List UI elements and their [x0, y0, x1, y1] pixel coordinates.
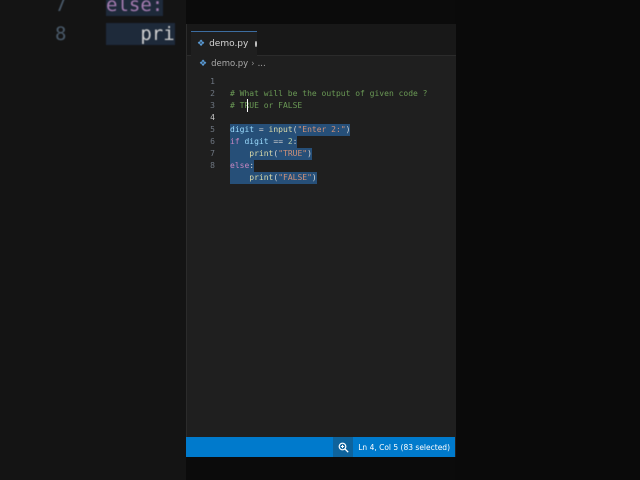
code-line[interactable]: 8 print("FALSE")	[187, 148, 456, 184]
background-right	[455, 0, 640, 480]
code-text: else:	[230, 160, 255, 172]
background-line-7: 7	[55, 0, 67, 16]
background-line-8: 8	[55, 23, 67, 45]
cursor-position-status[interactable]: Ln 4, Col 5 (83 selected)	[358, 443, 450, 452]
code-line[interactable]: 7 else:	[187, 136, 456, 172]
background-zoomed-code: 7 else: 8 pri	[0, 0, 186, 480]
code-editor: ❖ demo.py ❖ demo.py › ... 1 # What will …	[186, 24, 456, 457]
code-line[interactable]: 4 digit = input("Enter 2:")	[187, 99, 456, 136]
background-code-7: else:	[106, 0, 164, 16]
code-line[interactable]: 2 # TRUE or FALSE	[187, 76, 456, 110]
status-bar: Ln 4, Col 5 (83 selected)	[186, 437, 455, 457]
code-line[interactable]: 5 if digit == 2:	[187, 112, 456, 148]
text-cursor	[247, 99, 248, 112]
tab-filename: demo.py	[209, 39, 249, 49]
code-text: print("FALSE")	[230, 172, 317, 184]
tab-demo-py[interactable]: ❖ demo.py	[191, 31, 257, 56]
tab-bar: ❖ demo.py	[187, 24, 456, 56]
background-code-8: pri	[140, 23, 175, 45]
unsaved-dot-icon[interactable]	[255, 41, 257, 47]
code-area[interactable]: 1 # What will be the output of given cod…	[187, 64, 456, 184]
code-line[interactable]: 6 print("TRUE")	[187, 124, 456, 160]
line-number: 8	[210, 161, 215, 170]
zoom-in-icon[interactable]	[333, 437, 354, 457]
python-file-icon: ❖	[197, 39, 206, 49]
code-line[interactable]: 1 # What will be the output of given cod…	[187, 64, 456, 98]
code-line[interactable]: 3	[187, 88, 456, 110]
